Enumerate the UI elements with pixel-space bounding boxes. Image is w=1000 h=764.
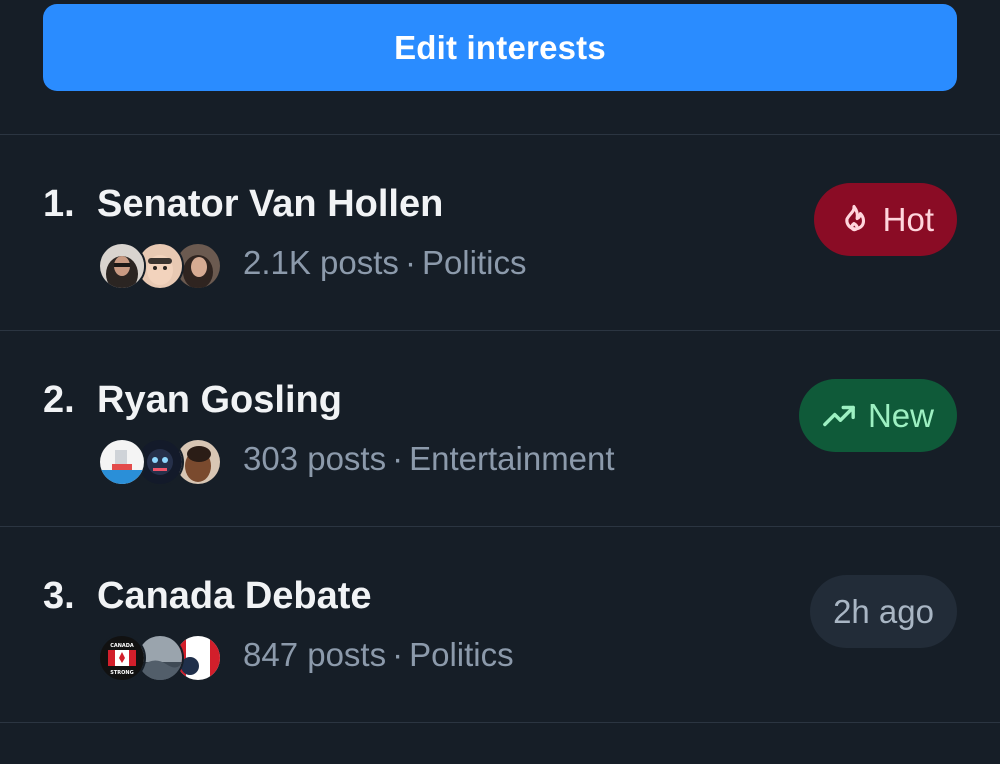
- badge-label: 2h ago: [833, 592, 934, 630]
- trend-topic[interactable]: Canada Debate: [97, 575, 372, 618]
- avatar: [98, 438, 146, 486]
- meta-separator: ·: [392, 636, 404, 673]
- trend-rank: 2.: [43, 379, 75, 421]
- trend-category: Politics: [421, 244, 527, 281]
- meta-separator: ·: [404, 244, 416, 281]
- avatar-text-bottom: STRONG: [110, 670, 133, 676]
- post-count: 847 posts: [243, 636, 387, 673]
- avatar: CANADA STRONG: [98, 634, 146, 682]
- trend-meta: 2.1K posts · Politics: [243, 244, 526, 282]
- trend-row[interactable]: 1. Senator Van Hollen 2.1K posts · Politic…: [0, 135, 1000, 331]
- trend-meta: 847 posts · Politics: [243, 636, 514, 674]
- trend-meta: 303 posts · Entertainment: [243, 440, 615, 478]
- avatar-stack: CANADA STRONG: [98, 634, 222, 682]
- header-section: Edit interests: [0, 0, 1000, 135]
- trending-up-icon: [822, 399, 856, 433]
- edit-interests-button[interactable]: Edit interests: [43, 4, 957, 91]
- trend-category: Politics: [409, 636, 514, 673]
- trend-category: Entertainment: [409, 440, 615, 477]
- trend-topic[interactable]: Senator Van Hollen: [97, 183, 443, 226]
- trend-rank: 3.: [43, 575, 75, 617]
- flame-icon: [837, 203, 871, 237]
- post-count: 303 posts: [243, 440, 387, 477]
- trend-row[interactable]: 2. Ryan Gosling 303 posts · Entertainment …: [0, 331, 1000, 527]
- trend-row[interactable]: 3. Canada Debate CANADA STRONG 847 posts ·…: [0, 527, 1000, 723]
- post-count: 2.1K posts: [243, 244, 399, 281]
- status-badge-time: 2h ago: [810, 575, 957, 648]
- status-badge-hot: Hot: [813, 183, 957, 256]
- avatar-stack: [98, 438, 222, 486]
- avatar: [98, 242, 146, 290]
- badge-label: Hot: [882, 200, 934, 238]
- meta-separator: ·: [392, 440, 404, 477]
- avatar-stack: [98, 242, 222, 290]
- trend-rank: 1.: [43, 183, 75, 225]
- avatar-text-top: CANADA: [110, 643, 134, 649]
- status-badge-new: New: [798, 379, 957, 452]
- badge-label: New: [867, 396, 934, 434]
- trend-topic[interactable]: Ryan Gosling: [97, 379, 342, 422]
